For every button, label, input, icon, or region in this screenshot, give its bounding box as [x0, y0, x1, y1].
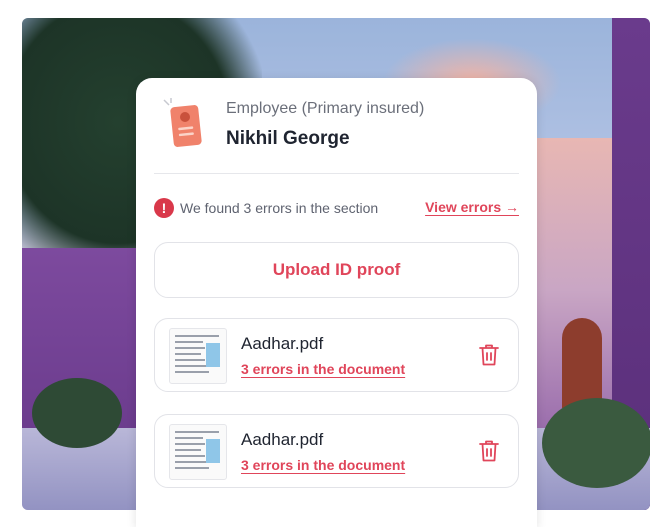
upload-id-proof-button[interactable]: Upload ID proof: [154, 242, 519, 298]
file-item: Aadhar.pdf 3 errors in the document: [154, 318, 519, 392]
bush: [542, 398, 650, 488]
errors-message: We found 3 errors in the section: [180, 200, 379, 216]
document-thumbnail: [169, 328, 227, 384]
errors-banner: ! We found 3 errors in the section View …: [154, 198, 519, 220]
id-document-icon: [163, 98, 202, 147]
document-errors-link[interactable]: 3 errors in the document: [241, 361, 405, 377]
file-item: Aadhar.pdf 3 errors in the document: [154, 414, 519, 488]
document-thumbnail: [169, 424, 227, 480]
file-name: Aadhar.pdf: [241, 430, 324, 449]
insured-name: Nikhil George: [226, 128, 350, 149]
arch-doorway: [562, 318, 602, 408]
view-errors-link[interactable]: View errors →: [425, 199, 519, 215]
bush: [32, 378, 122, 448]
divider: [154, 173, 519, 174]
trash-icon[interactable]: [478, 439, 500, 463]
trash-icon[interactable]: [478, 343, 500, 367]
insured-member-card: Employee (Primary insured) Nikhil George…: [136, 78, 537, 527]
insured-role: Employee (Primary insured): [226, 100, 425, 117]
card-header: Employee (Primary insured) Nikhil George: [136, 78, 537, 173]
error-exclamation-icon: !: [154, 198, 174, 218]
document-errors-link[interactable]: 3 errors in the document: [241, 457, 405, 473]
file-name: Aadhar.pdf: [241, 334, 324, 353]
